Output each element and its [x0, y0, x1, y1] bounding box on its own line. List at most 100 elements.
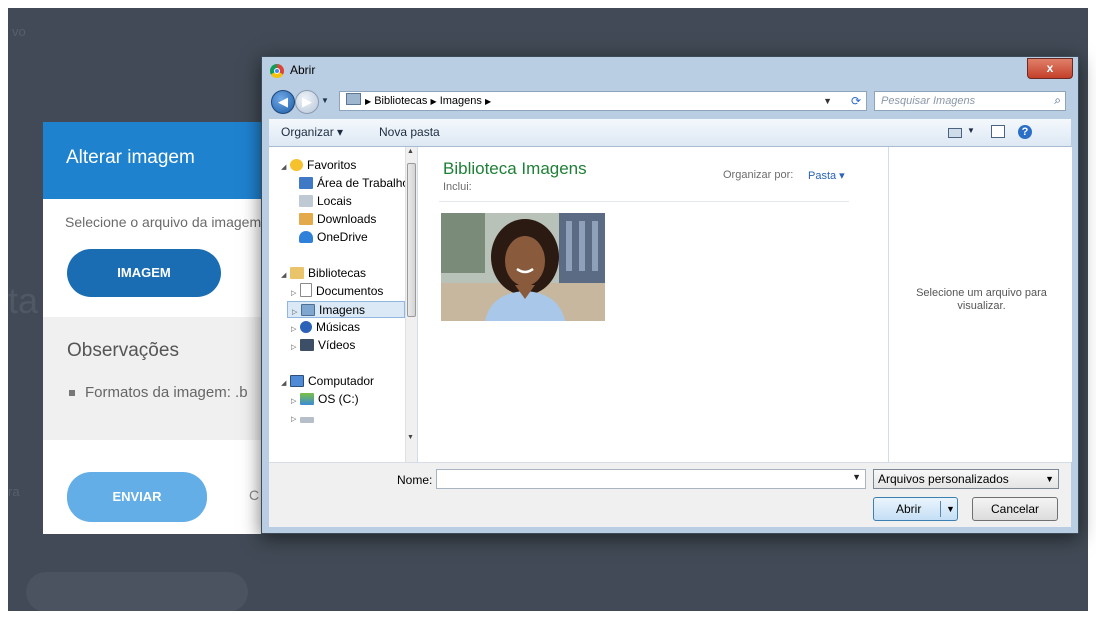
dialog-footer: Nome: ▼ Arquivos personalizados ▼ Abrir … [269, 462, 1071, 527]
observations-item-text: Formatos da imagem: .b [85, 384, 248, 401]
send-button[interactable]: ENVIAR [67, 472, 207, 522]
cancel-link[interactable]: C [249, 487, 259, 503]
expand-icon[interactable]: ▷ [291, 393, 300, 410]
open-options-icon[interactable]: ▼ [946, 498, 955, 520]
desktop-icon [299, 177, 313, 189]
view-options-icon[interactable] [948, 128, 962, 138]
search-input[interactable]: Pesquisar Imagens ⌕ [874, 91, 1066, 111]
tree-item-computer[interactable]: ◢ Computador [281, 373, 374, 390]
tree-item-videos[interactable]: ▷ Vídeos [291, 337, 355, 354]
select-image-button[interactable]: IMAGEM [67, 249, 221, 297]
recent-pages-dropdown-icon[interactable]: ▼ [321, 96, 329, 105]
chevron-right-icon: ▶ [430, 97, 437, 106]
help-icon[interactable]: ? [1018, 125, 1032, 139]
chevron-right-icon: ▶ [484, 97, 492, 106]
tree-item-libraries[interactable]: ◢ Bibliotecas [281, 265, 366, 282]
tree-item-onedrive[interactable]: OneDrive [299, 229, 368, 246]
tree-label: Músicas [316, 320, 361, 334]
observations-item: Formatos da imagem: .b [69, 384, 248, 401]
navigation-tree: ◢ Favoritos Área de Trabalho Locais Downl… [269, 147, 418, 462]
filename-label: Nome: [397, 473, 433, 487]
arrange-by-dropdown[interactable]: Pasta ▾ [808, 169, 845, 182]
scroll-down-icon[interactable]: ▼ [407, 434, 414, 441]
expand-icon[interactable]: ▷ [291, 285, 300, 302]
tree-item-truncated[interactable]: ▷ [291, 409, 318, 426]
search-icon[interactable]: ⌕ [1054, 91, 1061, 109]
tree-label: Downloads [317, 212, 377, 226]
chevron-down-icon[interactable]: ▼ [1045, 470, 1054, 488]
dialog-toolbar: Organizar ▾ Nova pasta ▼ ? [269, 119, 1071, 147]
tree-scrollbar-thumb[interactable] [407, 163, 416, 317]
tree-item-recent[interactable]: Locais [299, 193, 352, 210]
scroll-up-icon[interactable]: ▲ [407, 148, 414, 155]
image-thumbnail[interactable] [441, 213, 605, 321]
change-image-modal: Alterar imagem Selecione o arquivo da im… [43, 122, 275, 534]
cancel-button[interactable]: Cancelar [972, 497, 1058, 521]
libraries-folder-icon [290, 267, 304, 279]
tree-item-downloads[interactable]: Downloads [299, 211, 376, 228]
computer-icon [290, 375, 304, 387]
open-button[interactable]: Abrir ▼ [873, 497, 958, 521]
dialog-title: Abrir [290, 63, 316, 77]
forward-arrow-icon[interactable]: ▶ [295, 90, 319, 114]
file-type-select[interactable]: Arquivos personalizados ▼ [873, 469, 1059, 489]
tree-item-os-drive[interactable]: ▷ OS (C:) [291, 391, 359, 408]
divider [439, 201, 849, 202]
pictures-icon [301, 304, 315, 316]
tree-label: Imagens [319, 303, 366, 317]
expand-icon[interactable]: ◢ [281, 159, 290, 176]
tree-scrollbar[interactable]: ▲ ▼ [405, 147, 417, 462]
expand-icon[interactable]: ▷ [291, 411, 300, 428]
expand-icon[interactable]: ◢ [281, 267, 290, 284]
tree-label: OneDrive [317, 230, 368, 244]
background-text: ra [8, 484, 20, 499]
preview-pane-icon[interactable] [991, 125, 1005, 138]
observations-panel: Observações Formatos da imagem: .b [43, 317, 275, 440]
file-type-value: Arquivos personalizados [878, 472, 1009, 486]
new-folder-button[interactable]: Nova pasta [379, 125, 440, 139]
expand-icon[interactable]: ▷ [291, 339, 300, 356]
open-button-label: Abrir [896, 502, 922, 516]
tree-label: OS (C:) [318, 392, 359, 406]
background-text: ta [8, 280, 39, 321]
back-arrow-icon[interactable]: ◀ [271, 90, 295, 114]
expand-icon[interactable]: ◢ [281, 375, 290, 392]
open-file-dialog: Abrir x ◀ ▶ ▼ ▶ Bibliotecas ▶ Imagens ▶ … [261, 56, 1079, 534]
dialog-titlebar[interactable]: Abrir x [262, 57, 1078, 85]
tree-item-favorites[interactable]: ◢ Favoritos [281, 157, 356, 174]
organize-menu[interactable]: Organizar ▾ [281, 125, 343, 139]
library-includes[interactable]: Inclui: [443, 181, 472, 193]
chevron-right-icon: ▶ [365, 97, 372, 106]
address-dropdown-icon[interactable]: ▼ [823, 92, 832, 110]
expand-icon[interactable]: ▷ [291, 321, 300, 338]
recent-places-icon [299, 195, 313, 207]
documents-icon [300, 283, 312, 297]
preview-placeholder: Selecione um arquivo para visualizar. [916, 287, 1047, 312]
videos-icon [300, 339, 314, 351]
breadcrumb-pictures[interactable]: Imagens [440, 95, 482, 107]
library-title: Biblioteca Imagens [443, 159, 587, 178]
woman-photo-icon [441, 213, 605, 321]
tree-item-music[interactable]: ▷ Músicas [291, 319, 360, 336]
split-divider [940, 501, 941, 517]
file-list-pane: Biblioteca Imagens Inclui: Organizar por… [419, 147, 885, 462]
search-placeholder: Pesquisar Imagens [881, 95, 976, 107]
cloud-icon [299, 231, 313, 243]
filename-dropdown-icon[interactable]: ▼ [852, 472, 861, 482]
address-bar[interactable]: ▶ Bibliotecas ▶ Imagens ▶ ▼ ⟳ [339, 91, 867, 111]
tree-item-pictures[interactable]: ▷ Imagens [287, 301, 405, 318]
drive-icon [300, 393, 314, 405]
tree-label: Área de Trabalho [317, 176, 410, 190]
breadcrumb-libraries[interactable]: Bibliotecas [374, 95, 427, 107]
chrome-icon [270, 64, 284, 78]
close-button[interactable]: x [1027, 58, 1073, 79]
tree-label: Bibliotecas [308, 266, 367, 280]
tree-item-documents[interactable]: ▷ Documentos [291, 283, 383, 300]
filename-input[interactable]: ▼ [436, 469, 866, 489]
tree-item-desktop[interactable]: Área de Trabalho [299, 175, 409, 192]
view-dropdown-icon[interactable]: ▼ [967, 126, 975, 135]
refresh-icon[interactable]: ⟳ [851, 92, 861, 110]
navigation-bar: ◀ ▶ ▼ ▶ Bibliotecas ▶ Imagens ▶ ▼ ⟳ Pesq… [262, 87, 1078, 115]
library-icon [346, 93, 361, 105]
star-icon [290, 159, 303, 171]
